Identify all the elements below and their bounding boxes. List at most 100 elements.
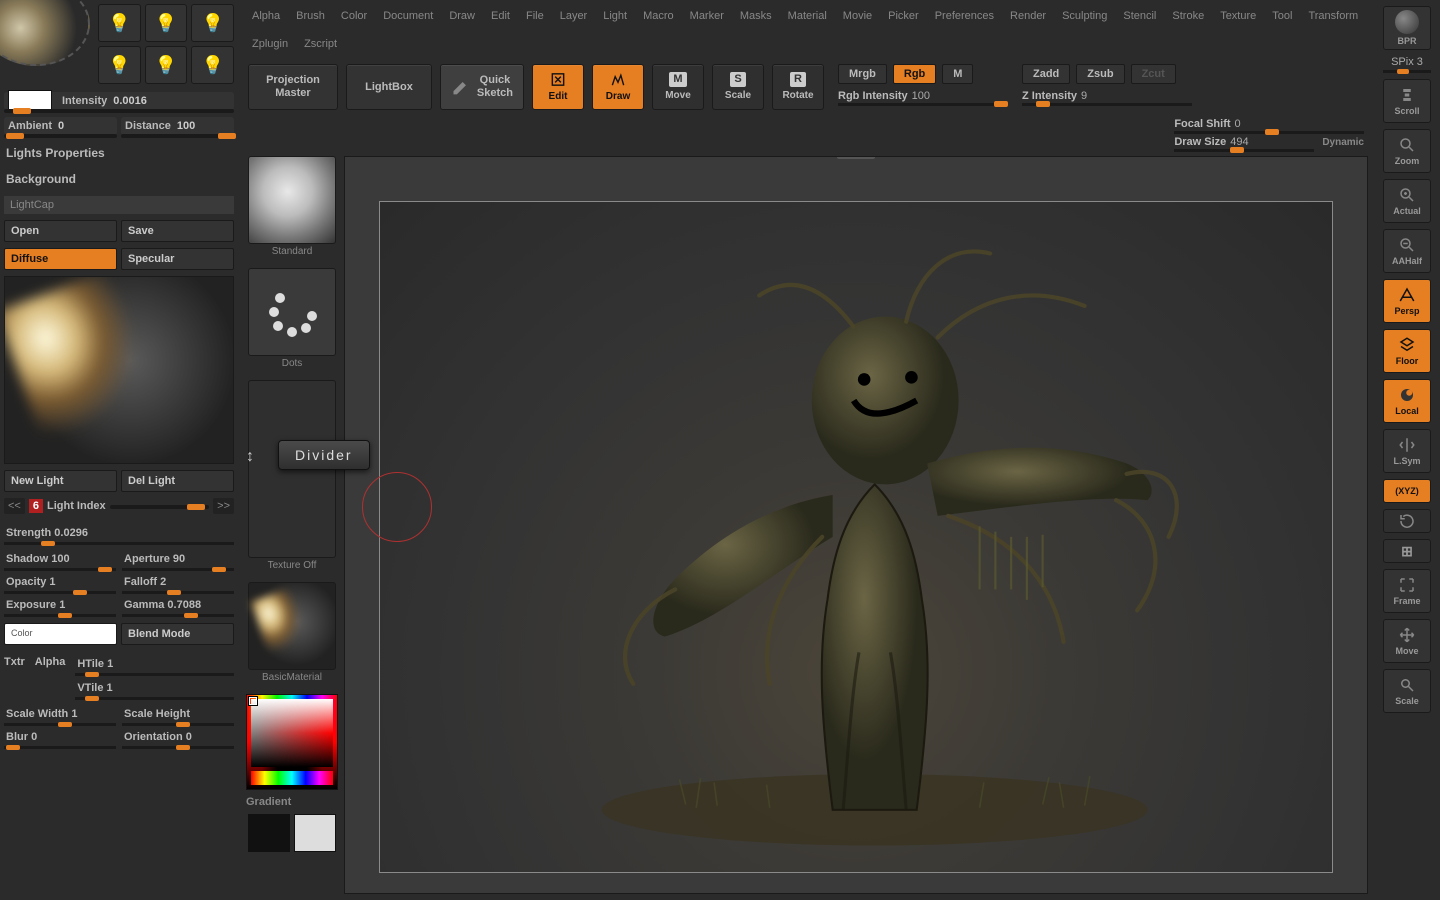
rgb-button[interactable]: Rgb [893, 64, 936, 84]
menu-material[interactable]: Material [788, 10, 827, 22]
actual-button[interactable]: Actual [1383, 179, 1431, 223]
menu-draw[interactable]: Draw [449, 10, 475, 22]
menu-render[interactable]: Render [1010, 10, 1046, 22]
shadow-slider[interactable]: Shadow 100 [4, 551, 116, 571]
menu-preferences[interactable]: Preferences [935, 10, 994, 22]
canvas-drag-handle[interactable] [837, 156, 875, 159]
aperture-slider[interactable]: Aperture 90 [122, 551, 234, 571]
draw-mode-button[interactable]: Draw [592, 64, 644, 110]
save-button[interactable]: Save [121, 220, 234, 242]
m-button[interactable]: M [942, 64, 973, 84]
gamma-slider[interactable]: Gamma 0.7088 [122, 597, 234, 617]
dynamic-toggle[interactable]: Dynamic [1322, 137, 1364, 148]
opacity-slider[interactable]: Opacity 1 [4, 574, 116, 594]
menu-zplugin[interactable]: Zplugin [252, 38, 288, 50]
specular-button[interactable]: Specular [121, 248, 234, 270]
menu-alpha[interactable]: Alpha [252, 10, 280, 22]
light-slot-5[interactable]: 💡 [145, 46, 188, 84]
intensity-slider[interactable]: Intensity 0.0016 [4, 92, 234, 110]
swatch-primary[interactable] [248, 814, 290, 852]
color-cursor[interactable] [249, 697, 257, 705]
lightcap-header[interactable]: LightCap [4, 196, 234, 214]
rgb-intensity-slider[interactable]: Rgb Intensity 100 [838, 90, 1008, 102]
zoom-button[interactable]: Zoom [1383, 129, 1431, 173]
menu-texture[interactable]: Texture [1220, 10, 1256, 22]
lightcap-preview[interactable] [4, 276, 234, 464]
floor-button[interactable]: Floor [1383, 329, 1431, 373]
open-button[interactable]: Open [4, 220, 117, 242]
menu-color[interactable]: Color [341, 10, 367, 22]
menu-edit[interactable]: Edit [491, 10, 510, 22]
light-slot-4[interactable]: 💡 [98, 46, 141, 84]
light-index-next[interactable]: >> [213, 498, 234, 514]
del-light-button[interactable]: Del Light [121, 470, 234, 492]
gradient-label[interactable]: Gradient [246, 796, 291, 808]
rotate-axis-button[interactable] [1383, 509, 1431, 533]
scale-view-button[interactable]: Scale [1383, 669, 1431, 713]
swatch-secondary[interactable] [294, 814, 336, 852]
aahalf-button[interactable]: AAHalf [1383, 229, 1431, 273]
menu-stencil[interactable]: Stencil [1123, 10, 1156, 22]
light-slot-2[interactable]: 💡 [145, 4, 188, 42]
menu-layer[interactable]: Layer [560, 10, 588, 22]
htile-slider[interactable]: HTile 1 [75, 656, 234, 676]
txtr-label[interactable]: Txtr [4, 656, 25, 700]
move-view-button[interactable]: Move [1383, 619, 1431, 663]
stroke-dots-tile[interactable]: Dots [248, 268, 336, 356]
light-direction-sphere[interactable] [0, 0, 90, 66]
spix-slider[interactable]: SPix 3 [1383, 56, 1431, 73]
vtile-slider[interactable]: VTile 1 [75, 680, 234, 700]
menu-tool[interactable]: Tool [1272, 10, 1292, 22]
canvas[interactable] [379, 201, 1333, 873]
scale-mode-button[interactable]: S Scale [712, 64, 764, 110]
menu-stroke[interactable]: Stroke [1172, 10, 1204, 22]
ambient-slider[interactable]: Ambient 0 [4, 117, 117, 135]
light-index-prev[interactable]: << [4, 498, 25, 514]
edit-mode-button[interactable]: Edit [532, 64, 584, 110]
focal-shift-slider[interactable]: Focal Shift 0 [1174, 118, 1364, 130]
menu-light[interactable]: Light [603, 10, 627, 22]
rotate-mode-button[interactable]: R Rotate [772, 64, 824, 110]
snap-button[interactable]: ⊞ [1383, 539, 1431, 563]
light-slot-3[interactable]: 💡 [191, 4, 234, 42]
lights-properties-header[interactable]: Lights Properties [4, 140, 234, 166]
menu-document[interactable]: Document [383, 10, 433, 22]
distance-slider[interactable]: Distance 100 [121, 117, 234, 135]
exposure-slider[interactable]: Exposure 1 [4, 597, 116, 617]
strength-slider[interactable]: Strength 0.0296 [4, 525, 234, 545]
frame-button[interactable]: Frame [1383, 569, 1431, 613]
menu-brush[interactable]: Brush [296, 10, 325, 22]
move-mode-button[interactable]: M Move [652, 64, 704, 110]
color-picker[interactable] [246, 694, 338, 790]
falloff-slider[interactable]: Falloff 2 [122, 574, 234, 594]
zadd-button[interactable]: Zadd [1022, 64, 1070, 84]
z-intensity-slider[interactable]: Z Intensity 9 [1022, 90, 1192, 102]
draw-size-slider[interactable]: Draw Size 494 [1174, 136, 1314, 148]
brush-standard-tile[interactable]: Standard [248, 156, 336, 244]
zsub-button[interactable]: Zsub [1076, 64, 1124, 84]
menu-zscript[interactable]: Zscript [304, 38, 337, 50]
menu-file[interactable]: File [526, 10, 544, 22]
lsym-button[interactable]: L.Sym [1383, 429, 1431, 473]
mrgb-button[interactable]: Mrgb [838, 64, 887, 84]
persp-button[interactable]: Persp [1383, 279, 1431, 323]
scroll-button[interactable]: Scroll [1383, 79, 1431, 123]
menu-picker[interactable]: Picker [888, 10, 919, 22]
blend-mode-button[interactable]: Blend Mode [121, 623, 234, 645]
zcut-button[interactable]: Zcut [1131, 64, 1176, 84]
menu-sculpting[interactable]: Sculpting [1062, 10, 1107, 22]
orientation-slider[interactable]: Orientation 0 [122, 729, 234, 749]
projection-master-button[interactable]: Projection Master [248, 64, 338, 110]
diffuse-button[interactable]: Diffuse [4, 248, 117, 270]
alpha-label[interactable]: Alpha [35, 656, 66, 700]
lightbox-button[interactable]: LightBox [346, 64, 432, 110]
basic-material-tile[interactable]: BasicMaterial [248, 582, 336, 670]
viewport[interactable] [344, 156, 1368, 894]
menu-transform[interactable]: Transform [1308, 10, 1358, 22]
local-button[interactable]: Local [1383, 379, 1431, 423]
quick-sketch-button[interactable]: Quick Sketch [440, 64, 524, 110]
scale-height-slider[interactable]: Scale Height [122, 706, 234, 726]
light-index-slider[interactable]: << 6 Light Index >> [4, 498, 234, 514]
light-slot-6[interactable]: 💡 [191, 46, 234, 84]
xyz-button[interactable]: (XYZ) [1383, 479, 1431, 503]
